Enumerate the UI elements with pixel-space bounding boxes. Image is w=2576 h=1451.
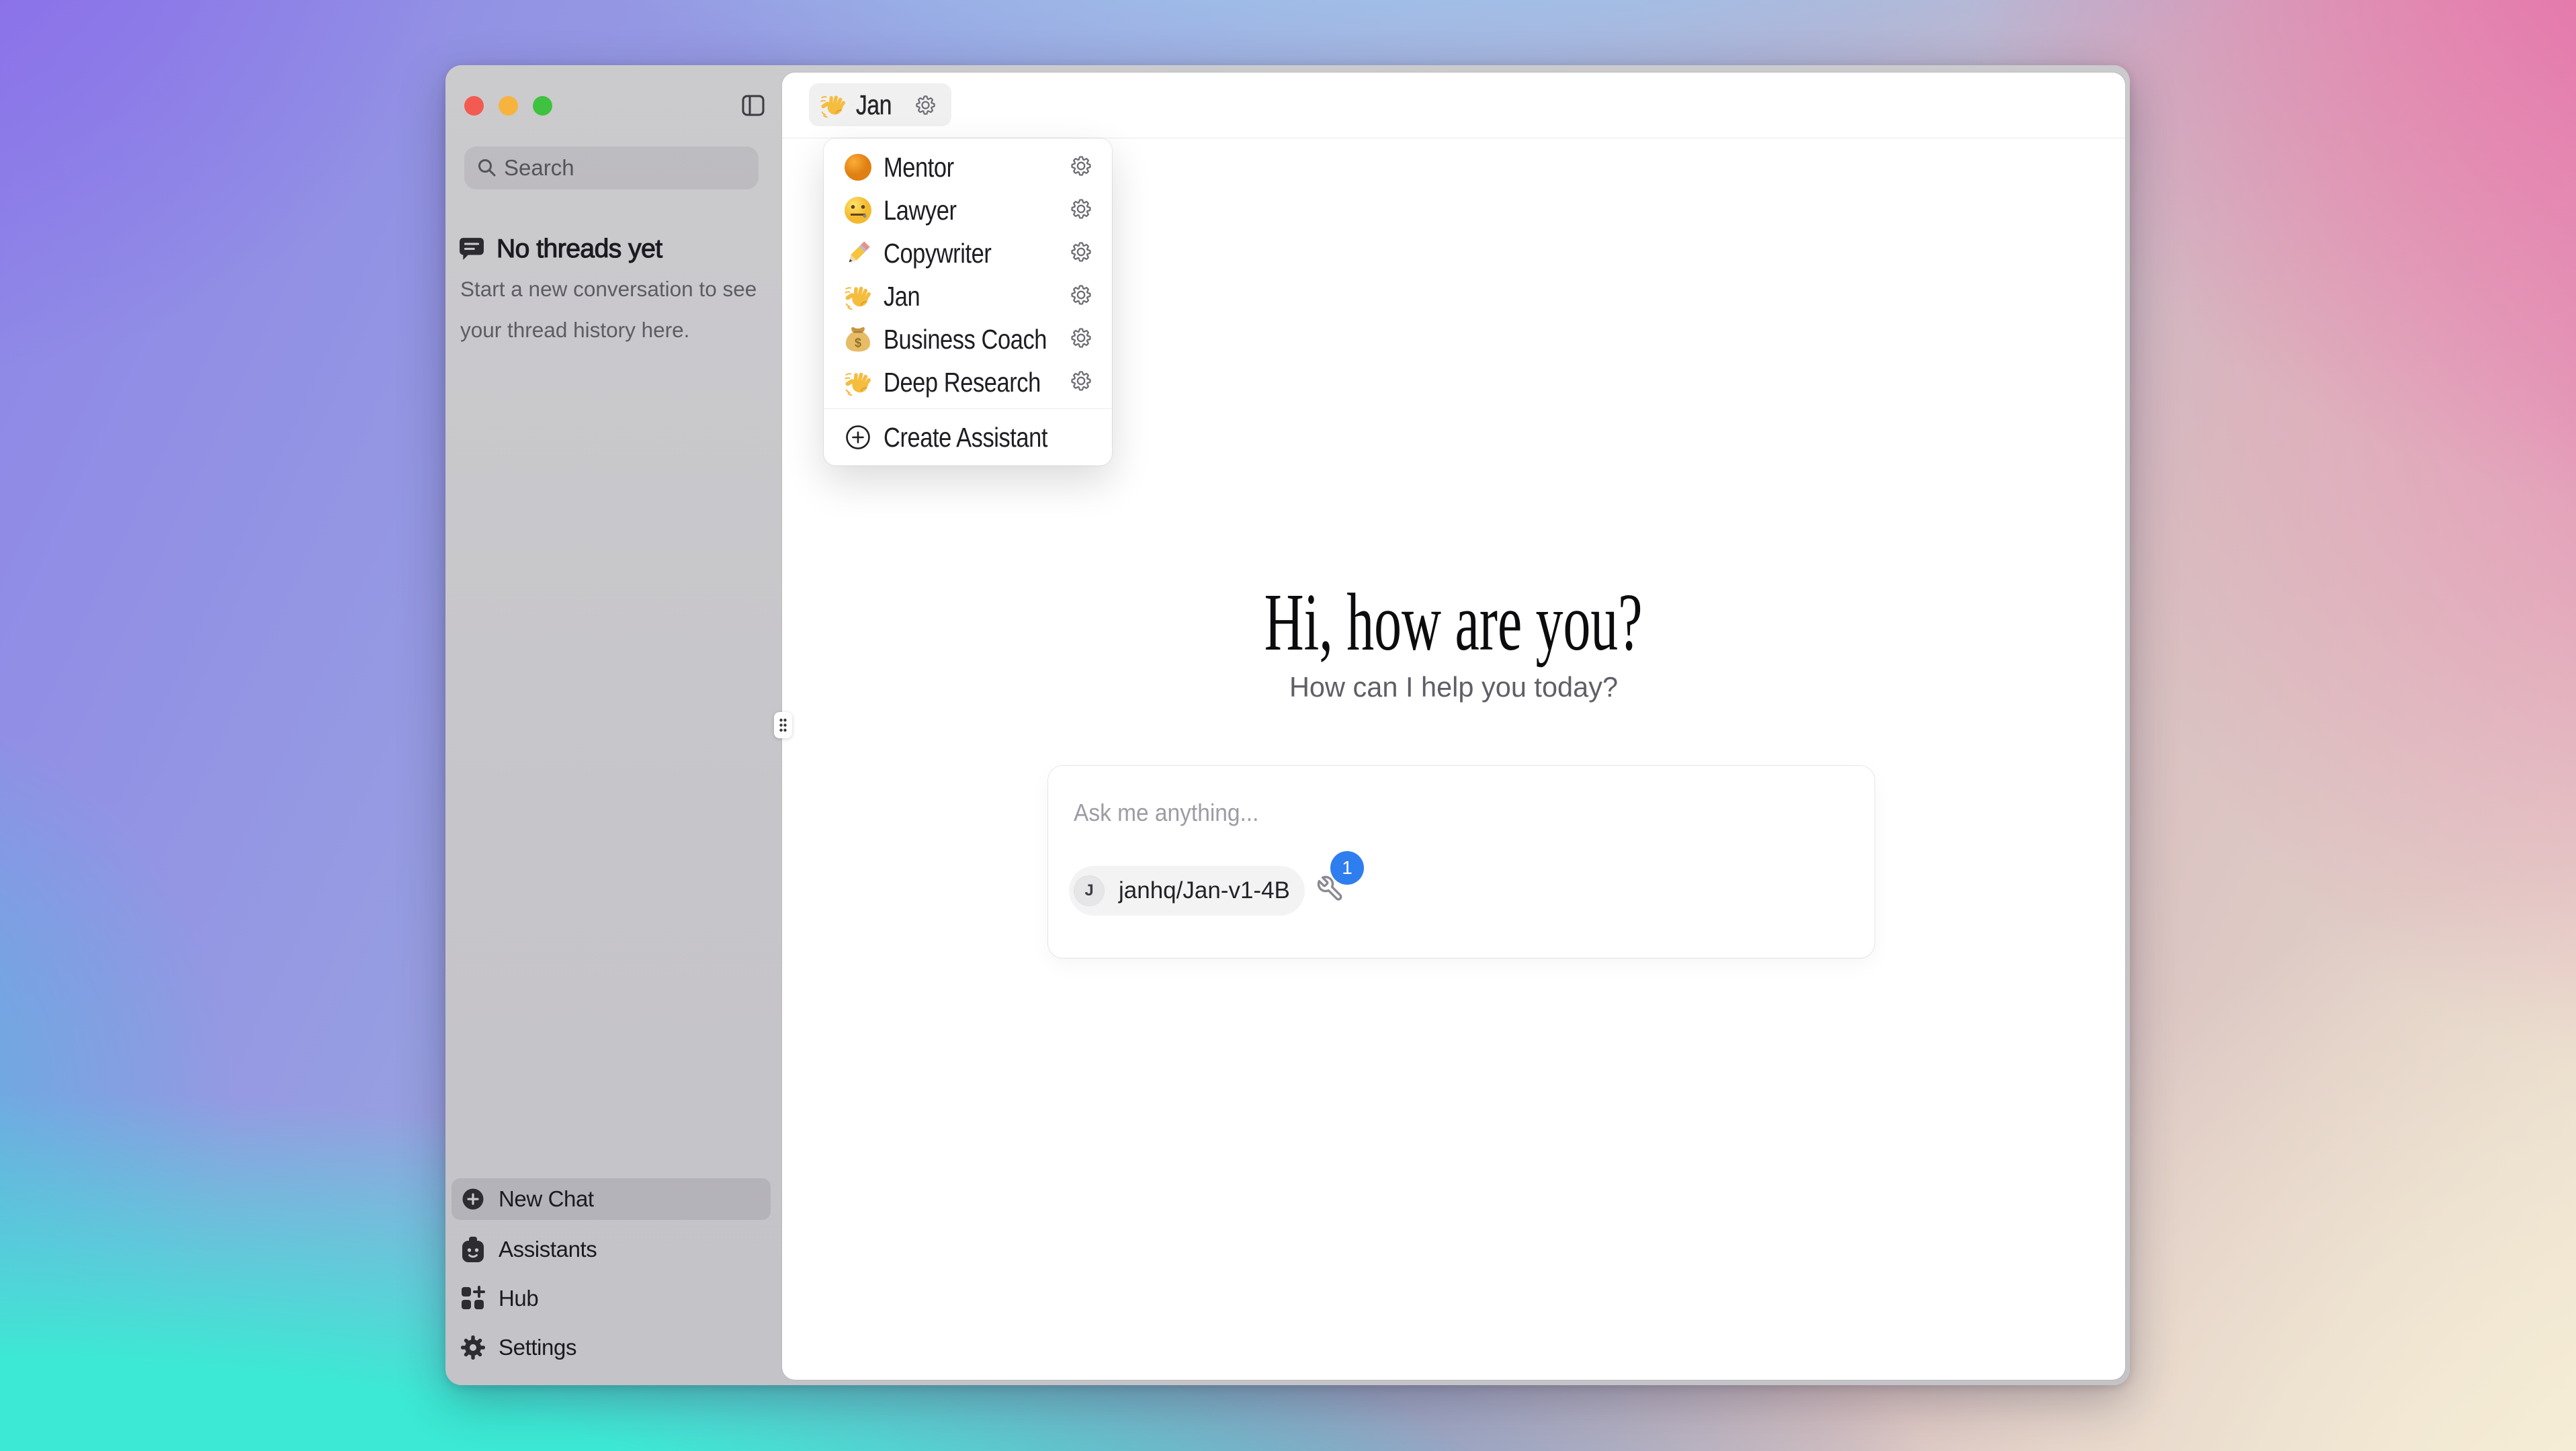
- svg-text:$: $: [855, 337, 861, 350]
